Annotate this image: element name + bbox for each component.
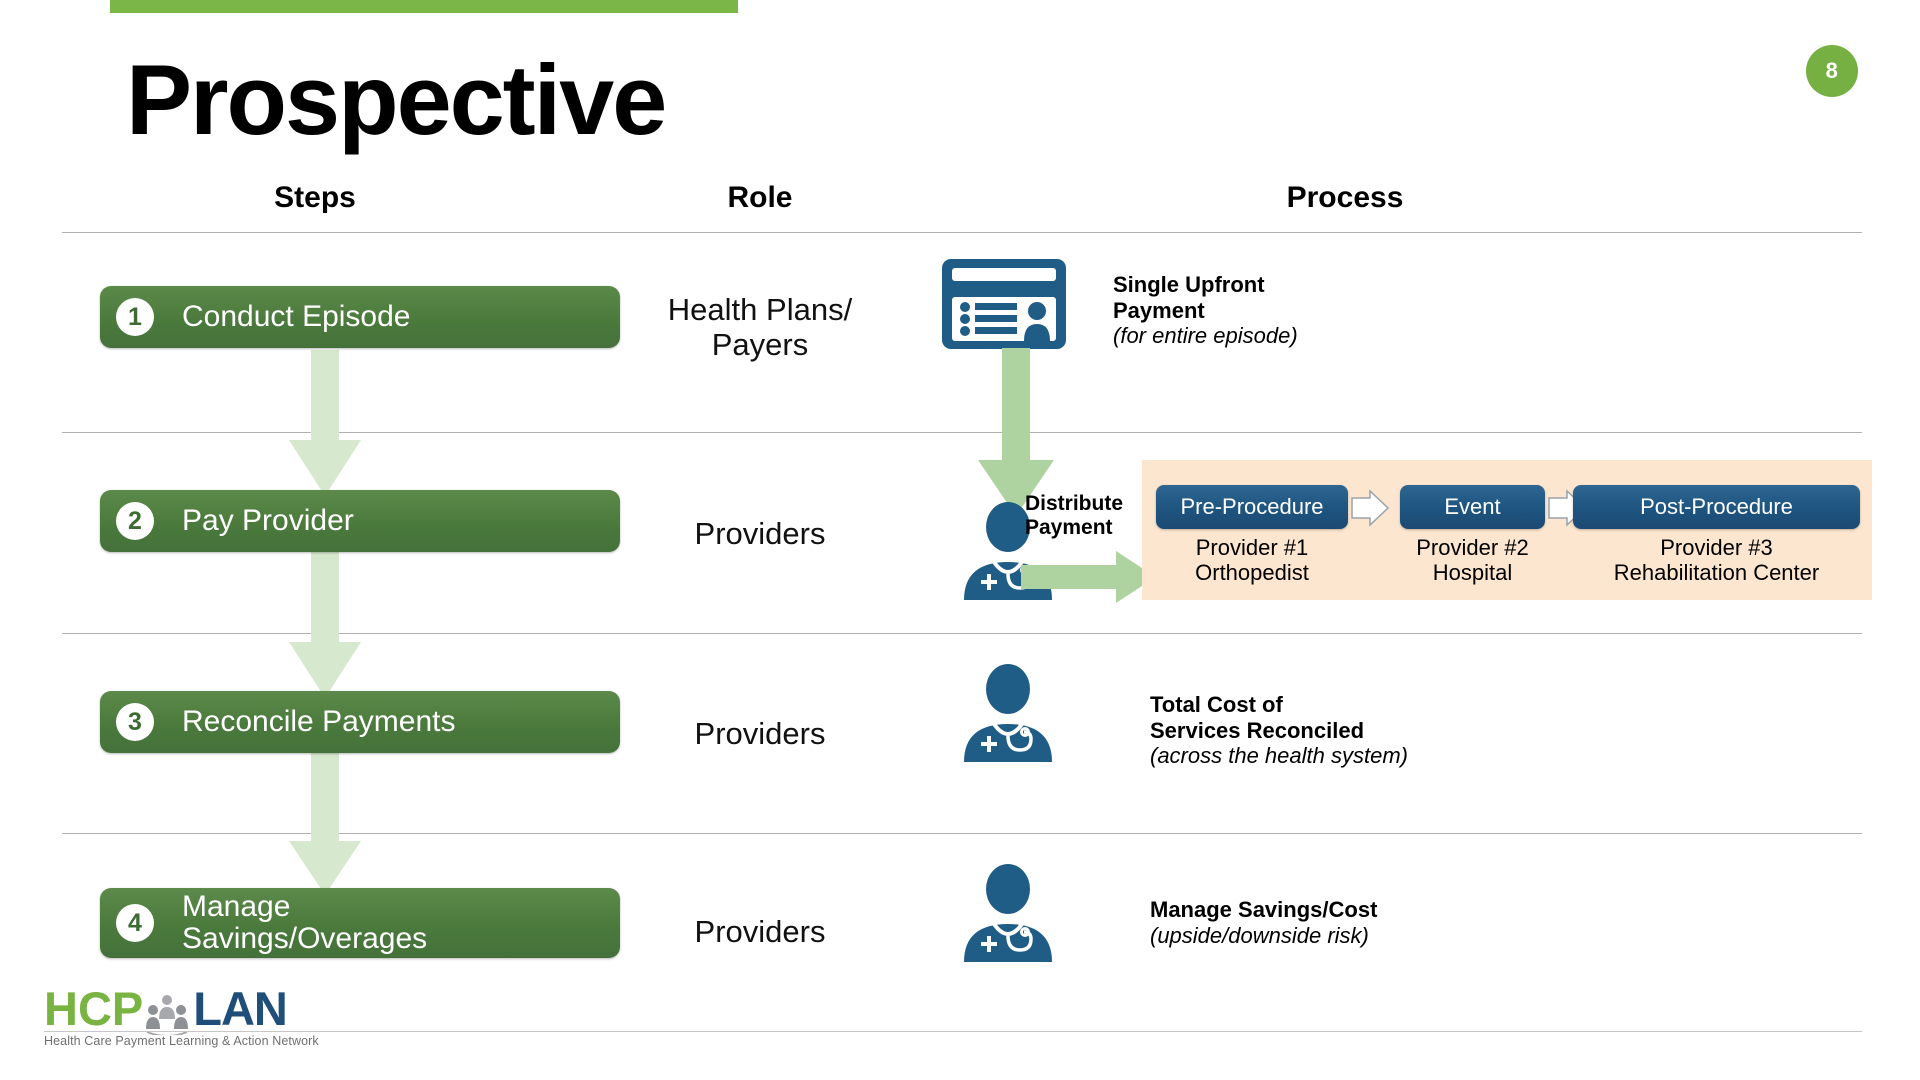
top-accent-bar <box>110 0 738 13</box>
distribute-payment-label: Distribute Payment <box>1025 492 1124 539</box>
process-text-4: Manage Savings/Cost (upside/downside ris… <box>1150 897 1377 948</box>
step-number-3: 3 <box>116 703 154 741</box>
process-text-3-bold: Total Cost of Services Reconciled <box>1150 692 1365 743</box>
step-number-4: 4 <box>116 904 154 942</box>
step-box-4[interactable]: 4 Manage Savings/Overages <box>100 888 620 958</box>
slide-canvas: 8 Prospective Steps Role Process 1 Condu… <box>0 0 1920 1080</box>
column-header-steps: Steps <box>274 181 356 214</box>
logo-tagline: Health Care Payment Learning & Action Ne… <box>44 1034 319 1048</box>
column-header-role: Role <box>727 181 793 214</box>
step-connector-arrow-3 <box>289 753 361 895</box>
down-arrow-icon <box>978 348 1054 516</box>
role-label-1: Health Plans/ Payers <box>667 292 853 362</box>
payment-flow-down-arrow <box>978 348 1054 516</box>
episode-sub-pre-procedure: Provider #1 Orthopedist <box>1195 535 1309 585</box>
doctor-icon-row-4 <box>960 862 1056 962</box>
step-label-2: Pay Provider <box>182 503 354 537</box>
step-box-1[interactable]: 1 Conduct Episode <box>100 286 620 348</box>
logo-people-icon <box>145 993 189 1037</box>
step-label-1: Conduct Episode <box>182 299 411 333</box>
step-box-2[interactable]: 2 Pay Provider <box>100 490 620 552</box>
step-label-3: Reconcile Payments <box>182 704 456 738</box>
down-arrow-icon <box>289 552 361 698</box>
step-connector-arrow-1 <box>289 350 361 496</box>
logo-hcp-text: HCP <box>44 982 144 1035</box>
divider-header <box>62 232 1862 233</box>
step-number-1: 1 <box>116 298 154 336</box>
episode-sub-post-procedure: Provider #3 Rehabilitation Center <box>1613 535 1820 585</box>
step-label-4: Manage Savings/Overages <box>182 889 428 955</box>
page-title: Prospective <box>126 44 667 155</box>
process-text-4-bold: Manage Savings/Cost <box>1150 897 1378 922</box>
chevron-right-icon-1 <box>1350 489 1390 527</box>
logo-wordmark: HCP LAN <box>44 982 334 1037</box>
down-arrow-icon <box>289 350 361 496</box>
insurance-card-icon <box>940 257 1068 351</box>
episode-chip-post-procedure[interactable]: Post-Procedure <box>1573 485 1860 529</box>
process-text-1-italic: (for entire episode) <box>1113 323 1298 349</box>
footer-rule <box>44 1031 1862 1032</box>
step-number-2: 2 <box>116 502 154 540</box>
page-number-badge: 8 <box>1806 45 1858 97</box>
distribute-payment-right-arrow <box>1021 551 1156 603</box>
episode-sub-event: Provider #2 Hospital <box>1416 535 1529 585</box>
step-box-3[interactable]: 3 Reconcile Payments <box>100 691 620 753</box>
role-label-2: Providers <box>694 516 826 551</box>
episode-chip-event[interactable]: Event <box>1400 485 1545 529</box>
process-text-3: Total Cost of Services Reconciled (acros… <box>1150 692 1408 769</box>
episode-chip-pre-procedure[interactable]: Pre-Procedure <box>1156 485 1348 529</box>
process-text-3-italic: (across the health system) <box>1150 743 1408 769</box>
logo-lan-text: LAN <box>193 982 288 1035</box>
doctor-icon-row-3 <box>960 662 1056 762</box>
column-header-process: Process <box>1286 181 1404 214</box>
hcp-lan-logo: HCP LAN Health Care Payment Learning & A… <box>44 985 334 1055</box>
right-arrow-icon <box>1021 551 1156 603</box>
process-text-1-bold: Single Upfront Payment <box>1113 272 1265 323</box>
process-text-1: Single Upfront Payment (for entire episo… <box>1113 272 1298 349</box>
down-arrow-icon <box>289 753 361 895</box>
role-label-3: Providers <box>694 716 826 751</box>
role-label-4: Providers <box>694 914 826 949</box>
step-connector-arrow-2 <box>289 552 361 698</box>
process-text-4-italic: (upside/downside risk) <box>1150 922 1369 948</box>
